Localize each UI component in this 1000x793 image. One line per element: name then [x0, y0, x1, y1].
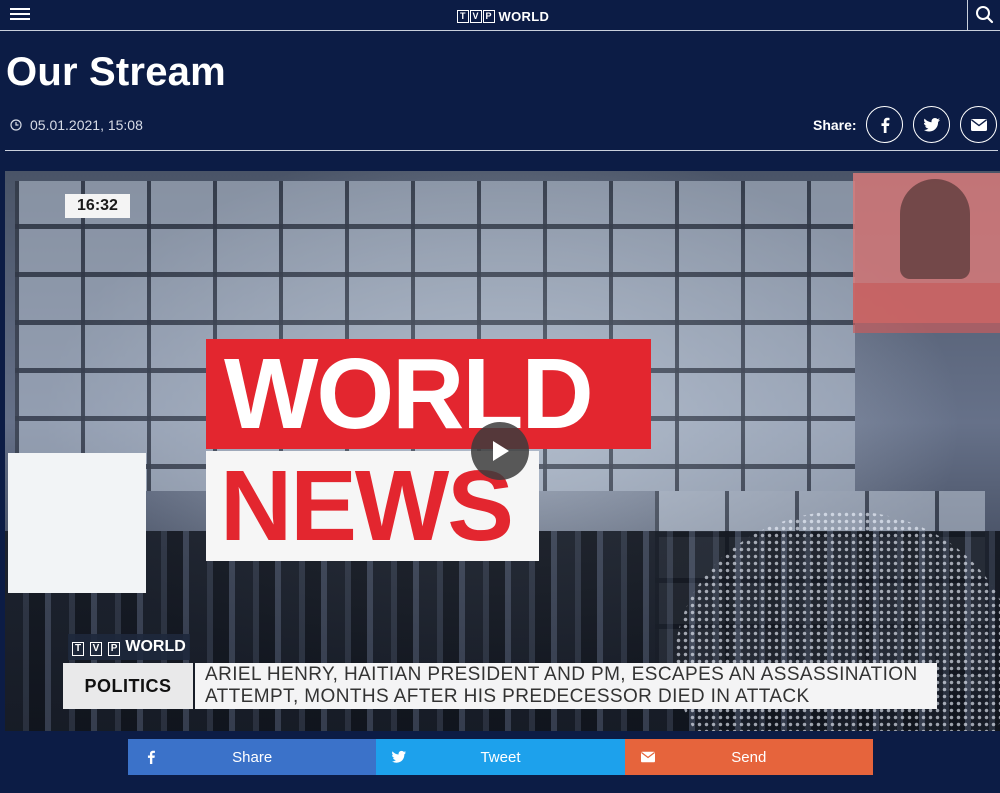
logo-letter: T: [72, 642, 85, 656]
ticker-headline: ARIEL HENRY, HAITIAN PRESIDENT AND PM, E…: [195, 663, 937, 709]
logo-letter: V: [89, 642, 103, 656]
ticker-category: POLITICS: [63, 663, 193, 709]
share-button-label: Share: [232, 748, 273, 766]
tweet-wide-button[interactable]: Tweet: [376, 739, 625, 775]
logo-word: WORLD: [498, 8, 550, 24]
play-icon: [493, 441, 509, 461]
twitter-icon: [923, 117, 940, 131]
ticker-channel-logo: T V P WORLD: [68, 634, 190, 660]
search-icon: [976, 6, 994, 24]
time-badge: 16:32: [65, 194, 130, 218]
video-player[interactable]: 16:32 WORLD NEWS T V P WORLD POLITICS AR…: [5, 171, 1000, 731]
send-email-wide-button[interactable]: Send: [624, 739, 873, 775]
share-bar: Share Tweet Send: [128, 739, 873, 775]
logo-letter: P: [107, 642, 121, 656]
share-label: Share:: [813, 117, 857, 133]
facebook-icon: [881, 117, 889, 133]
share-facebook-wide-button[interactable]: Share: [128, 739, 377, 775]
page-title: Our Stream: [6, 50, 226, 94]
logo-letter: P: [482, 9, 495, 23]
logo-letter: V: [469, 9, 482, 23]
share-facebook-button[interactable]: [866, 106, 903, 143]
publish-date: 05.01.2021, 15:08: [10, 117, 143, 133]
twitter-icon: [392, 750, 407, 763]
tvp-world-logo[interactable]: T V P WORLD: [457, 8, 549, 24]
facebook-icon: [147, 750, 155, 764]
play-button[interactable]: [471, 422, 529, 480]
email-icon: [970, 118, 987, 131]
share-twitter-button[interactable]: [913, 106, 950, 143]
email-icon: [640, 751, 655, 763]
logo-letter: T: [457, 9, 469, 23]
top-navigation-bar: T V P WORLD: [0, 0, 1000, 31]
headline-world: WORLD: [206, 339, 651, 449]
presenter-image: [900, 179, 970, 279]
tweet-button-label: Tweet: [480, 748, 521, 766]
clock-icon: [10, 119, 22, 131]
hamburger-icon[interactable]: [10, 8, 30, 22]
share-email-button[interactable]: [960, 106, 997, 143]
logo-word: WORLD: [125, 638, 186, 655]
white-screen-panel: [8, 453, 146, 593]
divider: [5, 150, 998, 151]
send-button-label: Send: [731, 748, 767, 766]
search-button[interactable]: [967, 0, 1000, 31]
red-screen-panel: [853, 283, 1000, 333]
date-text: 05.01.2021, 15:08: [30, 117, 143, 133]
